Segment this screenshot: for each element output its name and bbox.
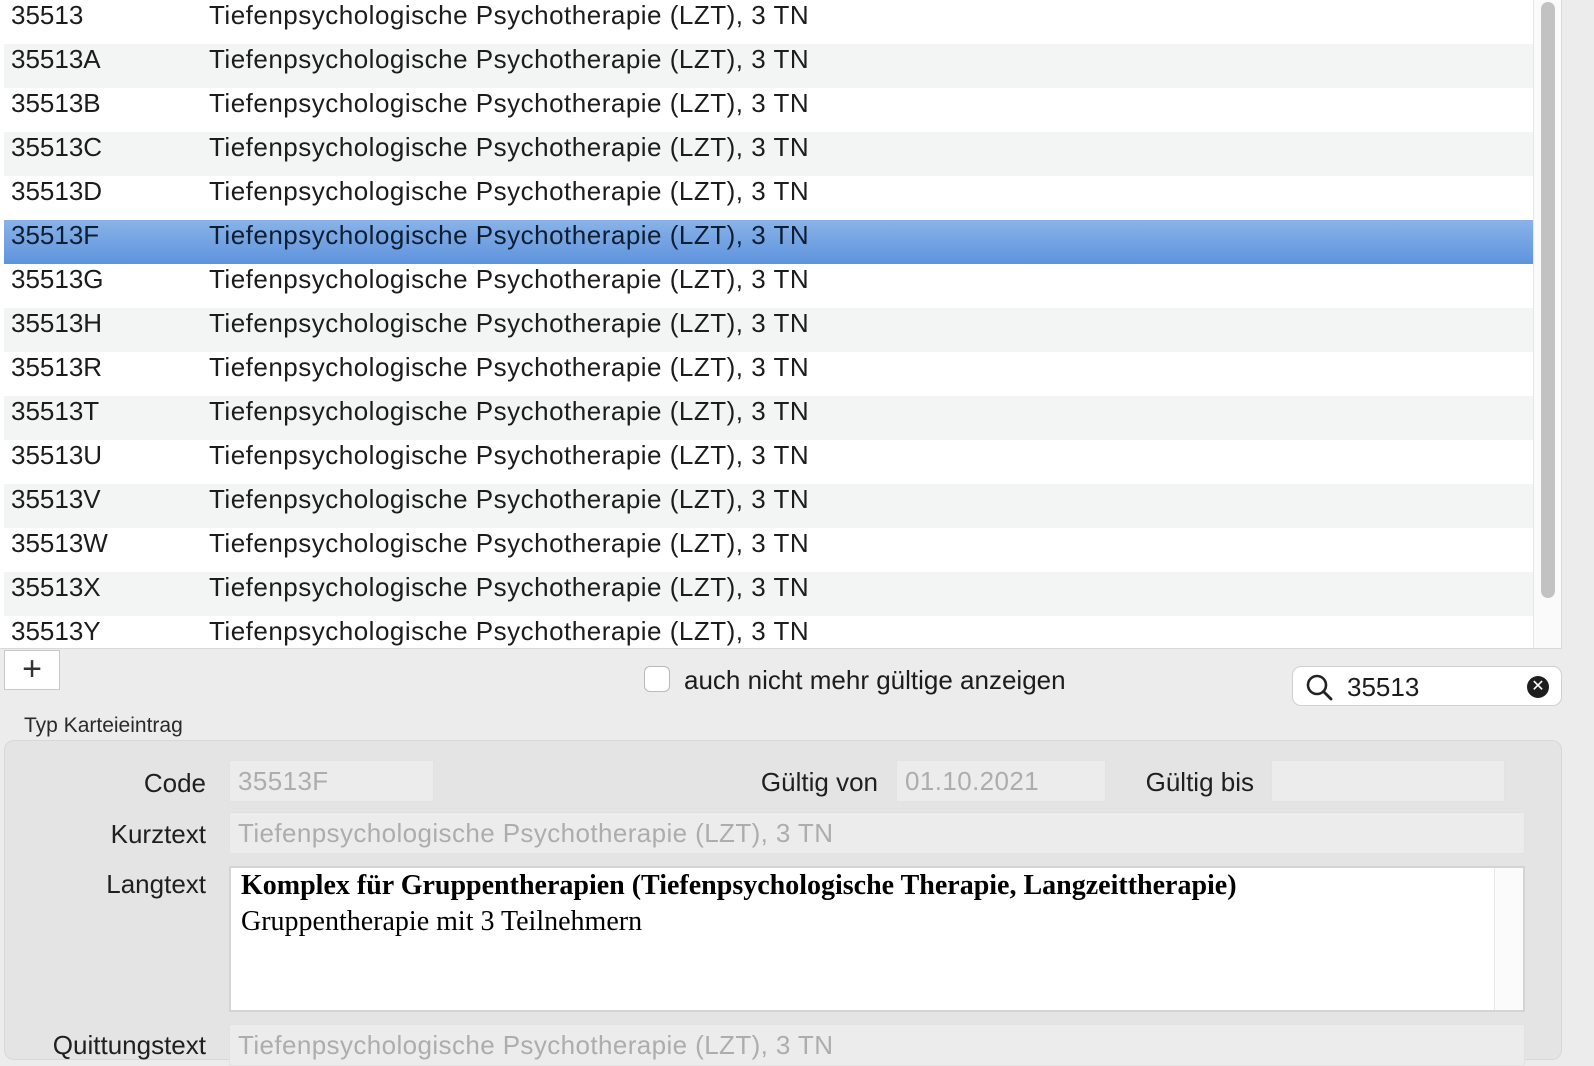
show-invalid-checkbox[interactable] (644, 666, 670, 692)
table-row[interactable]: 35513C Tiefenpsychologische Psychotherapi… (4, 132, 1533, 176)
table-row[interactable]: 35513U Tiefenpsychologische Psychotherapi… (4, 440, 1533, 484)
row-code: 35513C (11, 132, 103, 162)
table-row[interactable]: 35513X Tiefenpsychologische Psychotherapi… (4, 572, 1533, 616)
short-text-label: Kurztext (110, 819, 206, 849)
table-scroll-thumb[interactable] (1541, 2, 1555, 598)
row-description: Tiefenpsychologische Psychotherapie (LZT… (209, 176, 810, 206)
row-description: Tiefenpsychologische Psychotherapie (LZT… (209, 264, 810, 294)
long-text-scrollbar[interactable] (1494, 868, 1523, 1010)
long-text-label: Langtext (106, 869, 206, 899)
table-scrollbar[interactable] (1533, 0, 1561, 648)
row-description: Tiefenpsychologische Psychotherapie (LZT… (209, 0, 810, 30)
code-field[interactable]: 35513F (229, 760, 434, 802)
row-description: Tiefenpsychologische Psychotherapie (LZT… (209, 484, 810, 514)
valid-from-label: Gültig von (760, 767, 878, 797)
row-description: Tiefenpsychologische Psychotherapie (LZT… (209, 132, 810, 162)
add-button[interactable]: + (4, 650, 60, 690)
long-text-area[interactable]: Komplex für Gruppentherapien (Tiefenpsyc… (229, 866, 1525, 1012)
table-row[interactable]: 35513V Tiefenpsychologische Psychotherapi… (4, 484, 1533, 528)
row-description: Tiefenpsychologische Psychotherapie (LZT… (209, 440, 810, 470)
table-row[interactable]: 35513Y Tiefenpsychologische Psychotherapi… (4, 616, 1533, 648)
row-code: 35513W (11, 528, 108, 558)
long-text-body: Gruppentherapie mit 3 Teilnehmern (241, 906, 643, 937)
row-description: Tiefenpsychologische Psychotherapie (LZT… (209, 220, 810, 250)
code-label: Code (143, 768, 206, 798)
row-code: 35513U (11, 440, 103, 470)
row-code: 35513Y (11, 616, 101, 646)
table-row[interactable]: 35513G Tiefenpsychologische Psychotherapi… (4, 264, 1533, 308)
search-input[interactable]: 35513 ✕ (1292, 666, 1562, 706)
row-code: 35513B (11, 88, 101, 118)
table-row[interactable]: 35513W Tiefenpsychologische Psychotherapi… (4, 528, 1533, 572)
receipt-text-label: Quittungstext (52, 1030, 206, 1060)
row-code: 35513X (11, 572, 101, 602)
table-row[interactable]: 35513D Tiefenpsychologische Psychotherapi… (4, 176, 1533, 220)
row-code: 35513T (11, 396, 100, 426)
row-description: Tiefenpsychologische Psychotherapie (LZT… (209, 308, 810, 338)
row-description: Tiefenpsychologische Psychotherapie (LZT… (209, 88, 810, 118)
receipt-text-field[interactable]: Tiefenpsychologische Psychotherapie (LZT… (229, 1024, 1525, 1066)
table-row[interactable]: 35513H Tiefenpsychologische Psychotherapi… (4, 308, 1533, 352)
search-value: 35513 (1347, 672, 1420, 702)
row-description: Tiefenpsychologische Psychotherapie (LZT… (209, 572, 810, 602)
table-row[interactable]: 35513B Tiefenpsychologische Psychotherapi… (4, 88, 1533, 132)
row-code: 35513H (11, 308, 103, 338)
row-code: 35513D (11, 176, 103, 206)
valid-to-label: Gültig bis (1145, 767, 1254, 797)
valid-to-field[interactable] (1271, 760, 1505, 802)
row-code: 35513 (11, 0, 84, 30)
long-text-heading: Komplex für Gruppentherapien (Tiefenpsyc… (241, 870, 1237, 901)
table-row[interactable]: 35513T Tiefenpsychologische Psychotherapi… (4, 396, 1533, 440)
group-title: Typ Karteieintrag (24, 714, 183, 737)
table-row[interactable]: 35513F Tiefenpsychologische Psychotherapi… (4, 220, 1533, 264)
valid-from-field[interactable]: 01.10.2021 (896, 760, 1106, 802)
row-description: Tiefenpsychologische Psychotherapie (LZT… (209, 396, 810, 426)
row-code: 35513G (11, 264, 104, 294)
table-row[interactable]: 35513 Tiefenpsychologische Psychotherapie… (4, 0, 1533, 44)
row-description: Tiefenpsychologische Psychotherapie (LZT… (209, 528, 810, 558)
row-description: Tiefenpsychologische Psychotherapie (LZT… (209, 616, 810, 646)
table-rows: 35513 Tiefenpsychologische Psychotherapie… (4, 0, 1533, 648)
short-text-field[interactable]: Tiefenpsychologische Psychotherapie (LZT… (229, 812, 1525, 854)
row-code: 35513R (11, 352, 103, 382)
table-row[interactable]: 35513A Tiefenpsychologische Psychotherapi… (4, 44, 1533, 88)
row-code: 35513V (11, 484, 101, 514)
table-row[interactable]: 35513R Tiefenpsychologische Psychotherapi… (4, 352, 1533, 396)
row-code: 35513A (11, 44, 101, 74)
row-code: 35513F (11, 220, 100, 250)
row-description: Tiefenpsychologische Psychotherapie (LZT… (209, 44, 810, 74)
search-icon (1306, 674, 1333, 701)
code-table[interactable]: 35513 Tiefenpsychologische Psychotherapie… (0, 0, 1562, 649)
clear-search-icon[interactable]: ✕ (1527, 676, 1549, 698)
show-invalid-label: auch nicht mehr gültige anzeigen (684, 665, 1066, 695)
row-description: Tiefenpsychologische Psychotherapie (LZT… (209, 352, 810, 382)
